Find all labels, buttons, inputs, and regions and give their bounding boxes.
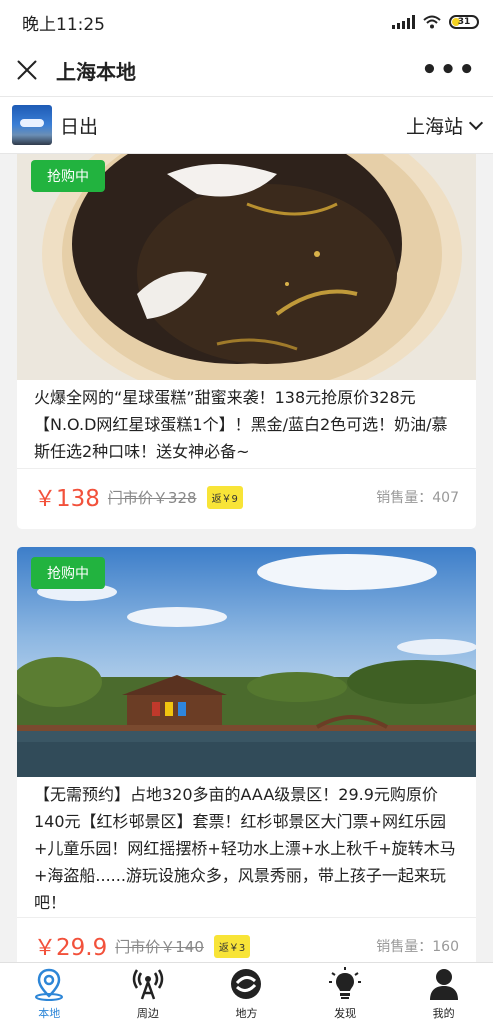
deal-card[interactable]: 抢购中 火爆全网的“星球蛋糕”甜蜜来袭！138元抢原价328元【N.O.D网红星… xyxy=(17,154,476,529)
nav-bar: 上海本地 ••• xyxy=(0,44,493,96)
signal-icon xyxy=(392,15,415,29)
status-badge: 抢购中 xyxy=(31,557,105,589)
battery-icon: 31 xyxy=(449,15,479,29)
deal-price: ￥138 xyxy=(34,486,100,512)
rebate-badge: 返￥3 xyxy=(213,934,251,958)
deal-price: ￥29.9 xyxy=(34,935,108,961)
original-price: 门市价￥140 xyxy=(115,937,204,956)
rebate-badge: 返￥9 xyxy=(206,485,243,509)
deal-image-cake[interactable]: 抢购中 xyxy=(17,154,476,380)
tab-label: 周边 xyxy=(136,1006,159,1020)
chevron-down-icon xyxy=(468,115,484,131)
account-avatar[interactable] xyxy=(12,105,52,145)
account-name[interactable]: 日出 xyxy=(60,112,406,139)
station-selector[interactable]: 上海站 xyxy=(405,112,484,139)
sales-count: 销售量：160 xyxy=(376,939,459,955)
battery-level: 31 xyxy=(457,17,471,27)
price-row: ￥29.9 门市价￥140 返￥3 销售量：160 xyxy=(17,918,476,962)
tab-places[interactable]: 地方 xyxy=(197,963,296,1024)
deal-image-park[interactable]: 抢购中 xyxy=(17,547,476,777)
deal-card[interactable]: 抢购中 【无需预约】占地320多亩的AAA级景区！29.9元购原价140元【红杉… xyxy=(17,547,476,962)
status-bar: 晚上11:25 31 xyxy=(0,0,493,44)
deal-list[interactable]: 抢购中 火爆全网的“星球蛋糕”甜蜜来袭！138元抢原价328元【N.O.D网红星… xyxy=(0,154,493,962)
tab-mine[interactable]: 我的 xyxy=(394,963,493,1024)
swirl-logo-icon xyxy=(231,968,262,999)
deal-description[interactable]: 火爆全网的“星球蛋糕”甜蜜来袭！138元抢原价328元【N.O.D网红星球蛋糕1… xyxy=(17,380,476,468)
tab-label: 我的 xyxy=(432,1006,455,1020)
status-badge: 抢购中 xyxy=(31,160,105,192)
status-icons: 31 xyxy=(392,15,479,29)
station-label: 上海站 xyxy=(405,115,463,138)
tab-nearby[interactable]: 周边 xyxy=(99,963,198,1024)
account-header: 日出 上海站 xyxy=(0,96,493,154)
location-pin-icon xyxy=(35,968,64,1001)
price-row: ￥138 门市价￥328 返￥9 销售量：407 xyxy=(17,469,476,525)
lightbulb-icon xyxy=(329,966,362,999)
tab-label: 本地 xyxy=(38,1006,61,1020)
tab-label: 发现 xyxy=(334,1006,357,1020)
tab-discover[interactable]: 发现 xyxy=(296,963,395,1024)
deal-description[interactable]: 【无需预约】占地320多亩的AAA级景区！29.9元购原价140元【红杉邨景区】… xyxy=(17,777,476,917)
bottom-tab-bar: 本地 周边 地方 发现 我的 xyxy=(0,962,493,1024)
original-price: 门市价￥328 xyxy=(107,488,197,507)
sales-count: 销售量：407 xyxy=(376,490,459,506)
page-title: 上海本地 xyxy=(56,59,136,84)
tab-local[interactable]: 本地 xyxy=(0,963,99,1024)
status-time: 晚上11:25 xyxy=(22,14,105,35)
tab-label: 地方 xyxy=(235,1006,258,1020)
close-icon[interactable] xyxy=(16,59,38,81)
more-options-button[interactable]: ••• xyxy=(421,55,477,85)
user-icon xyxy=(429,968,458,1000)
broadcast-tower-icon xyxy=(132,968,164,999)
wifi-icon xyxy=(423,15,441,29)
